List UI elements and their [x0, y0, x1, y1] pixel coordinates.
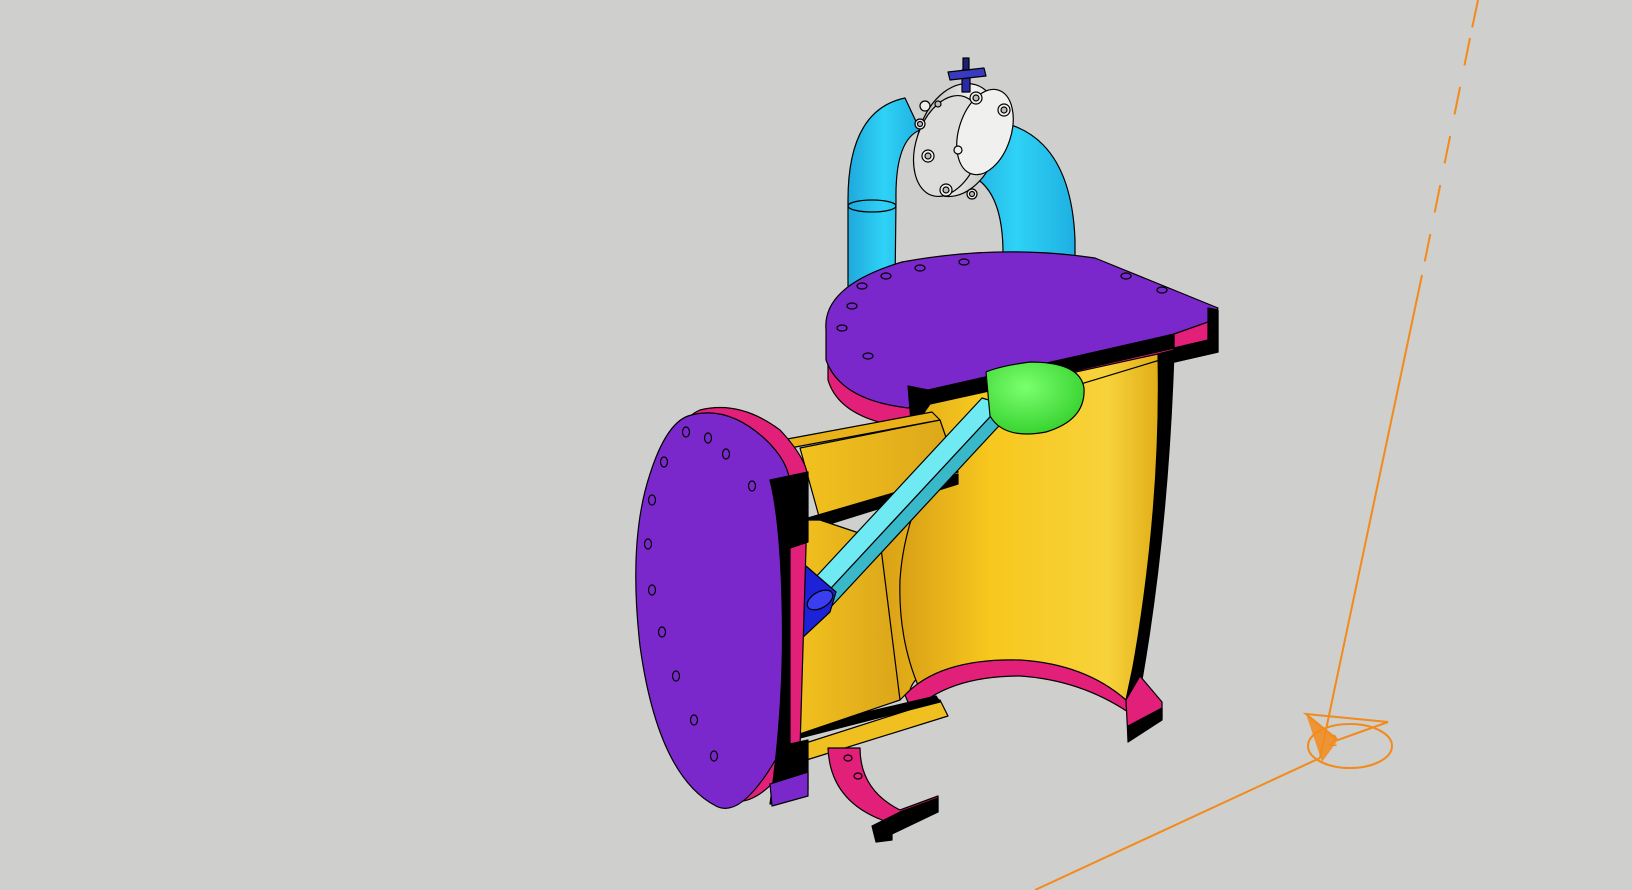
axis-gizmo-label: 2: [1328, 731, 1338, 750]
3d-viewport[interactable]: 2: [0, 0, 1632, 890]
model-canvas[interactable]: 2: [0, 0, 1632, 890]
left-flange[interactable]: [635, 406, 809, 809]
valve-assembly[interactable]: [635, 57, 1219, 843]
axis-gizmo[interactable]: 2: [1302, 712, 1393, 769]
